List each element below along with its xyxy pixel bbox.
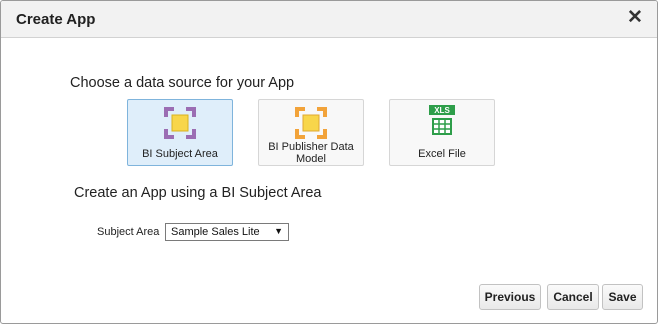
create-heading: Create an App using a BI Subject Area [74, 185, 322, 201]
bi-subject-area-card[interactable]: BI Subject Area [127, 99, 233, 166]
dialog-title: Create App [16, 11, 96, 28]
previous-button[interactable]: Previous [479, 284, 541, 310]
bi-publisher-data-model-card[interactable]: BI Publisher Data Model [258, 99, 364, 166]
save-button[interactable]: Save [602, 284, 643, 310]
dialog-titlebar: Create App ✕ [1, 1, 657, 38]
subject-area-label: Subject Area [97, 226, 160, 238]
card-label: BI Subject Area [142, 148, 218, 160]
subject-area-icon [164, 107, 196, 139]
card-label: BI Publisher Data Model [268, 141, 354, 165]
create-app-dialog: Create App ✕ Choose a data source for yo… [0, 0, 658, 324]
excel-icon: XLS [429, 105, 455, 135]
subject-area-value: Sample Sales Lite [171, 226, 260, 238]
datasource-heading: Choose a data source for your App [70, 75, 295, 91]
subject-area-select[interactable]: Sample Sales Lite ▼ [165, 223, 289, 241]
data-model-icon [295, 107, 327, 139]
cancel-button[interactable]: Cancel [547, 284, 599, 310]
card-label: Excel File [418, 148, 466, 160]
close-icon[interactable]: ✕ [626, 8, 644, 28]
svg-text:XLS: XLS [434, 106, 450, 115]
dropdown-arrow-icon: ▼ [274, 226, 283, 236]
excel-file-card[interactable]: XLS Excel File [389, 99, 495, 166]
